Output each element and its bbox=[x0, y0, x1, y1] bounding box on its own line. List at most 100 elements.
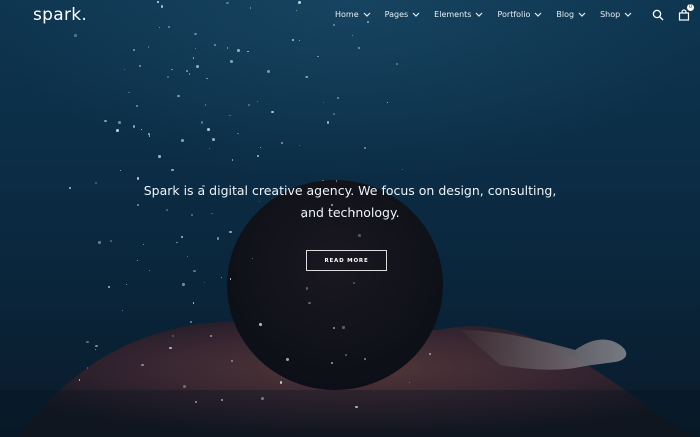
bubble bbox=[286, 358, 289, 361]
bubble bbox=[180, 235, 184, 239]
bubble bbox=[386, 101, 388, 104]
chevron-down-icon bbox=[624, 12, 632, 17]
bubble bbox=[86, 367, 89, 369]
bubble bbox=[230, 360, 234, 363]
bubble bbox=[358, 233, 362, 237]
chevron-down-icon bbox=[578, 12, 586, 17]
bubble bbox=[345, 354, 348, 356]
bubble bbox=[190, 320, 192, 323]
nav-item-shop[interactable]: Shop bbox=[600, 10, 632, 19]
nav-item-label: Portfolio bbox=[497, 10, 531, 19]
bubble bbox=[257, 100, 259, 102]
search-icon[interactable] bbox=[652, 8, 664, 21]
bubble bbox=[305, 75, 308, 79]
bubble bbox=[183, 385, 187, 388]
bubble bbox=[280, 381, 283, 384]
nav-item-elements[interactable]: Elements bbox=[434, 10, 483, 19]
bubble bbox=[194, 32, 198, 36]
site-logo[interactable]: spark. bbox=[33, 5, 87, 25]
nav-item-portfolio[interactable]: Portfolio bbox=[497, 10, 542, 19]
bubble bbox=[292, 39, 295, 42]
bubble bbox=[186, 255, 188, 257]
bubble bbox=[193, 302, 195, 304]
bubble bbox=[123, 69, 125, 71]
chevron-down-icon bbox=[363, 12, 371, 17]
bubble bbox=[261, 396, 264, 400]
read-more-button[interactable]: READ MORE bbox=[306, 250, 387, 271]
bubble bbox=[229, 114, 231, 117]
bubble bbox=[167, 76, 169, 78]
nav-item-label: Blog bbox=[556, 10, 575, 19]
bubble bbox=[177, 95, 180, 98]
nav-item-blog[interactable]: Blog bbox=[556, 10, 586, 19]
bubble bbox=[364, 146, 367, 149]
bubble bbox=[322, 101, 324, 103]
bubble bbox=[267, 69, 271, 73]
bubble bbox=[132, 125, 136, 129]
bubble bbox=[171, 334, 175, 338]
bubble bbox=[147, 46, 150, 48]
nav-item-home[interactable]: Home bbox=[335, 10, 371, 19]
bubble bbox=[256, 154, 259, 157]
bubble bbox=[305, 287, 309, 290]
bubble bbox=[364, 357, 367, 360]
bubble bbox=[185, 69, 189, 73]
bubble bbox=[171, 169, 174, 172]
top-navigation-bar: spark. Home Pages Elements Portfolio Blo… bbox=[0, 0, 700, 30]
chevron-down-icon bbox=[412, 12, 420, 17]
nav-item-label: Pages bbox=[384, 10, 409, 19]
bubble bbox=[248, 103, 251, 106]
bubble bbox=[428, 352, 432, 356]
bubble bbox=[237, 49, 241, 53]
bubble bbox=[401, 168, 403, 170]
bubble bbox=[148, 269, 150, 271]
bubble bbox=[259, 323, 262, 326]
cart-count-badge: 0 bbox=[687, 4, 694, 11]
bubble bbox=[137, 177, 140, 180]
bubble bbox=[121, 310, 123, 312]
bubble bbox=[171, 68, 173, 71]
bubble bbox=[196, 65, 199, 69]
bubble bbox=[194, 400, 198, 404]
bubble bbox=[188, 73, 191, 75]
bubble bbox=[94, 344, 98, 348]
bubble bbox=[337, 96, 340, 99]
bubble bbox=[126, 284, 128, 286]
bubble bbox=[94, 181, 97, 184]
bubble bbox=[128, 91, 130, 94]
bubble bbox=[396, 63, 399, 66]
bubble bbox=[259, 147, 261, 149]
hero-tagline-line-2: and technology. bbox=[300, 205, 400, 220]
bubble bbox=[120, 170, 121, 171]
bubble bbox=[251, 258, 253, 260]
bubble bbox=[74, 34, 77, 37]
bubble bbox=[227, 47, 229, 49]
nav-item-label: Shop bbox=[600, 10, 621, 19]
nav-item-label: Elements bbox=[434, 10, 472, 19]
bubble bbox=[213, 43, 216, 46]
bubble bbox=[353, 281, 356, 284]
bubble bbox=[333, 327, 335, 330]
bubble bbox=[136, 203, 139, 206]
bubble bbox=[110, 240, 112, 242]
bubble bbox=[136, 259, 139, 262]
bubble bbox=[212, 138, 216, 142]
bubble bbox=[229, 231, 232, 234]
bubble bbox=[408, 381, 411, 383]
header-actions: 0 bbox=[652, 4, 694, 21]
bubble bbox=[317, 55, 319, 58]
bubble bbox=[104, 119, 107, 123]
bubble bbox=[208, 147, 210, 150]
hero-tagline-line-1: Spark is a digital creative agency. We f… bbox=[143, 183, 557, 198]
shopping-bag-icon[interactable]: 0 bbox=[678, 4, 694, 21]
nav-item-label: Home bbox=[335, 10, 359, 19]
bubble bbox=[176, 241, 178, 244]
bubble bbox=[352, 34, 354, 37]
bubble bbox=[181, 139, 184, 143]
nav-item-pages[interactable]: Pages bbox=[385, 10, 421, 19]
bubble bbox=[229, 277, 232, 280]
bubble bbox=[195, 48, 197, 50]
chevron-down-icon bbox=[476, 12, 483, 17]
bubble bbox=[182, 283, 186, 286]
bubble bbox=[221, 277, 223, 279]
